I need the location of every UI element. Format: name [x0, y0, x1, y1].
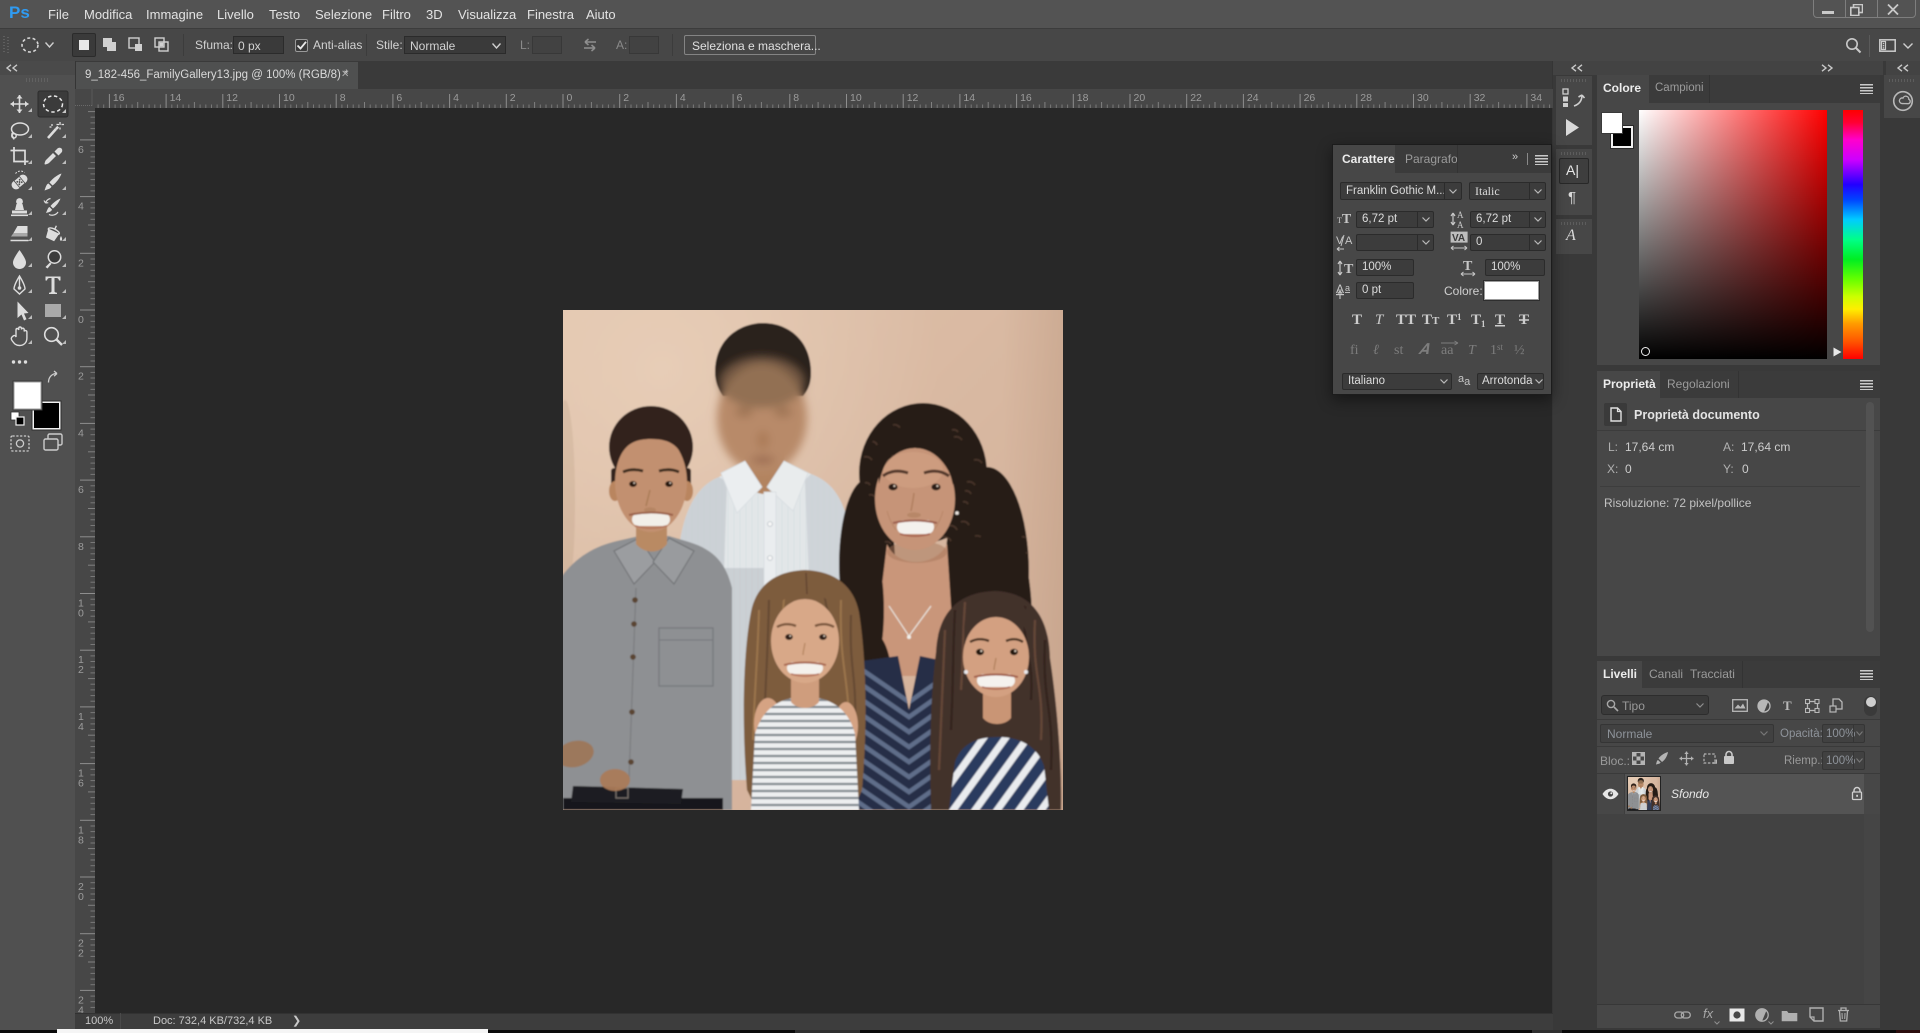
svg-text:T: T [1468, 343, 1477, 358]
svg-text:8: 8 [793, 92, 799, 104]
svg-text:6: 6 [737, 92, 743, 104]
svg-text:A: A [1345, 235, 1353, 247]
svg-text:T: T [1471, 312, 1481, 328]
svg-text:2: 2 [78, 371, 84, 383]
svg-text:st: st [1497, 342, 1504, 352]
svg-text:½: ½ [1514, 343, 1525, 358]
svg-text:2: 2 [510, 92, 516, 104]
svg-text:34: 34 [1530, 92, 1542, 104]
svg-text:4: 4 [453, 92, 459, 104]
svg-text:T: T [1495, 312, 1505, 328]
svg-text:8: 8 [78, 541, 84, 553]
svg-text:24: 24 [1247, 92, 1259, 104]
svg-text:8: 8 [78, 834, 84, 846]
svg-text:a: a [1345, 283, 1350, 293]
svg-text:30: 30 [1417, 92, 1429, 104]
svg-text:1: 1 [1457, 312, 1462, 322]
svg-text:0: 0 [78, 608, 84, 620]
svg-text:8: 8 [340, 92, 346, 104]
svg-text:st: st [1394, 343, 1403, 358]
svg-text:6: 6 [78, 144, 84, 156]
svg-text:2: 2 [623, 92, 629, 104]
svg-text:0: 0 [567, 92, 573, 104]
svg-text:6: 6 [396, 92, 402, 104]
svg-text:TT: TT [1396, 312, 1416, 328]
svg-text:0: 0 [78, 891, 84, 903]
svg-text:22: 22 [1190, 92, 1202, 104]
svg-text:26: 26 [1304, 92, 1316, 104]
svg-text:4: 4 [78, 721, 84, 733]
svg-text:4: 4 [78, 201, 84, 213]
svg-text:20: 20 [1134, 92, 1146, 104]
svg-text:16: 16 [1020, 92, 1032, 104]
svg-text:ℓ: ℓ [1373, 343, 1379, 358]
svg-text:10: 10 [283, 92, 295, 104]
svg-text:28: 28 [1360, 92, 1372, 104]
svg-text:14: 14 [963, 92, 975, 104]
svg-text:A: A [1457, 220, 1464, 229]
svg-text:6: 6 [78, 778, 84, 790]
svg-text:𝑨: 𝑨 [1418, 342, 1430, 358]
svg-text:2: 2 [78, 664, 84, 676]
svg-text:T: T [1344, 262, 1354, 277]
svg-text:0: 0 [78, 314, 84, 326]
svg-text:T: T [1432, 315, 1440, 327]
svg-text:14: 14 [170, 92, 182, 104]
svg-text:4: 4 [78, 427, 84, 439]
svg-text:fi: fi [1350, 343, 1359, 358]
svg-text:16: 16 [113, 92, 125, 104]
svg-text:T: T [1422, 312, 1432, 328]
svg-text:T: T [1447, 312, 1457, 328]
svg-text:1: 1 [1481, 319, 1486, 328]
svg-text:4: 4 [78, 1004, 84, 1013]
svg-text:T: T [1352, 312, 1362, 328]
svg-text:aa: aa [1441, 343, 1454, 358]
svg-text:T: T [1463, 259, 1473, 274]
svg-text:32: 32 [1474, 92, 1486, 104]
svg-text:A: A [1457, 210, 1464, 220]
svg-text:T: T [1375, 312, 1385, 328]
svg-text:1: 1 [1490, 343, 1497, 358]
svg-text:2: 2 [78, 948, 84, 960]
svg-text:10: 10 [850, 92, 862, 104]
svg-text:12: 12 [226, 92, 238, 104]
svg-text:2: 2 [78, 257, 84, 269]
svg-text:12: 12 [907, 92, 919, 104]
svg-text:18: 18 [1077, 92, 1089, 104]
svg-text:VA: VA [1452, 233, 1465, 244]
svg-text:T: T [1519, 312, 1529, 328]
svg-text:6: 6 [78, 484, 84, 496]
svg-text:4: 4 [680, 92, 686, 104]
